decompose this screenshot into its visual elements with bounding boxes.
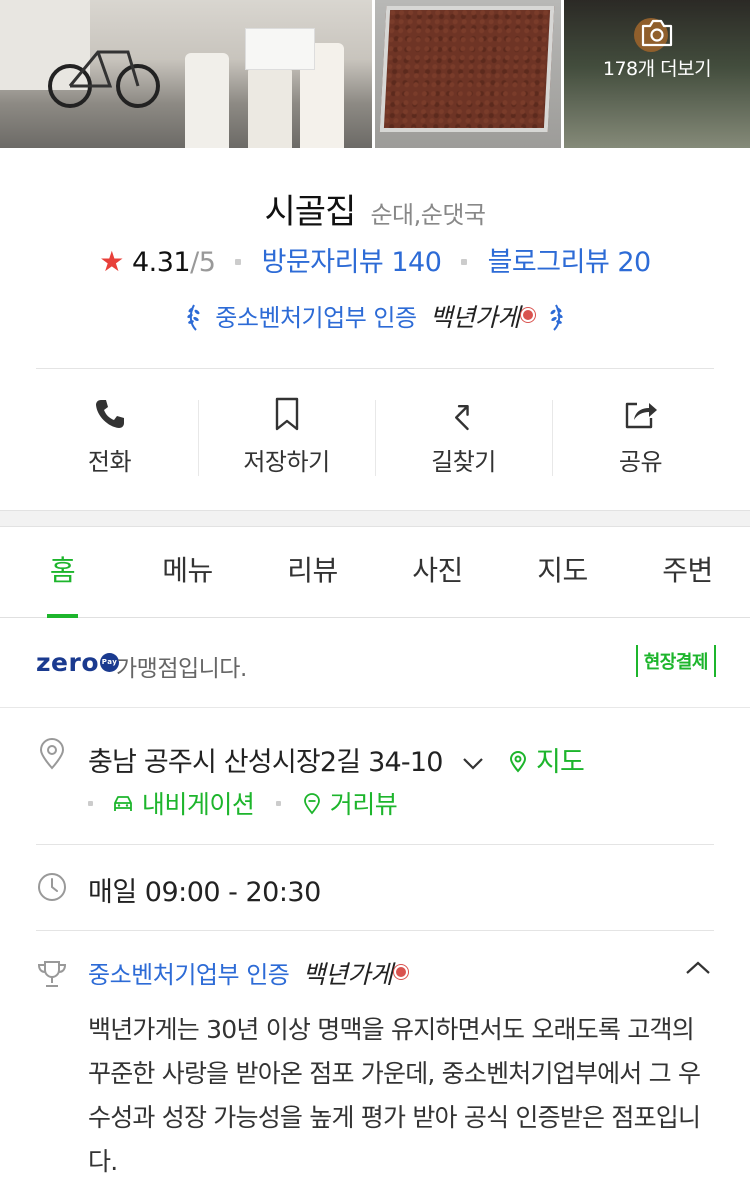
separator-dot — [461, 258, 468, 265]
rating-line: ★ 4.31/5 방문자리뷰 140 블로그리뷰 20 — [0, 240, 750, 279]
trophy-icon — [37, 961, 67, 987]
place-name: 시골집 — [264, 192, 357, 232]
directions-label: 길찾기 — [431, 448, 496, 476]
certification-description: 백년가게는 30년 이상 명맥을 유지하면서도 오래도록 고객의 꾸준한 사랑을… — [88, 1015, 701, 1176]
star-icon: ★ — [99, 245, 124, 278]
separator-dot — [88, 801, 93, 806]
map-link-label: 지도 — [535, 747, 585, 778]
car-icon — [114, 796, 133, 811]
more-photos-button[interactable]: 178개 더보기 — [564, 18, 750, 81]
place-category: 순대,순댓국 — [370, 201, 486, 229]
save-label: 저장하기 — [243, 448, 330, 476]
laurel-right-icon — [550, 304, 563, 331]
onsite-payment-badge: 현장결제 — [635, 645, 717, 677]
blog-reviews-link[interactable]: 블로그리뷰 20 — [488, 247, 652, 278]
directions-button[interactable]: 길찾기 — [375, 384, 552, 488]
badge-logo-icon — [520, 308, 535, 322]
chevron-down-icon[interactable] — [462, 757, 484, 771]
streetview-link[interactable]: 거리뷰 — [302, 790, 398, 819]
navigation-link[interactable]: 내비게이션 — [112, 790, 261, 819]
photo-soup[interactable]: 178개 더보기 — [564, 0, 750, 148]
streetview-label: 거리뷰 — [329, 790, 398, 819]
directions-icon — [454, 405, 469, 431]
navigation-label: 내비게이션 — [141, 790, 255, 819]
tab-photos[interactable]: 사진 — [375, 528, 500, 617]
tab-bar: 홈 메뉴 리뷰 사진 지도 주변 — [0, 528, 750, 618]
visitor-reviews-link[interactable]: 방문자리뷰 140 — [262, 247, 442, 278]
tab-map[interactable]: 지도 — [500, 528, 625, 617]
certification-detail-title[interactable]: 중소벤처기업부 인증 백년가게 — [88, 955, 408, 991]
tray-image — [379, 6, 555, 132]
cert-detail-script: 백년가게 — [302, 960, 394, 989]
streetview-pin-icon — [304, 793, 321, 815]
call-label: 전화 — [87, 448, 132, 476]
title-line: 시골집 순대,순댓국 — [0, 184, 750, 233]
photo-food-tray[interactable] — [375, 0, 561, 148]
divider — [36, 368, 714, 369]
zeropay-row: zero Pay 가맹점입니다. 현장결제 — [0, 618, 750, 708]
bookmark-icon — [275, 397, 298, 431]
share-button[interactable]: 공유 — [552, 384, 729, 488]
zeropay-text: 가맹점입니다. — [116, 656, 247, 682]
separator-dot — [235, 258, 242, 265]
address-text: 충남 공주시 산성시장2길 34-10 — [88, 747, 443, 778]
separator-dot — [275, 801, 281, 806]
business-hours: 매일 09:00 - 20:30 — [88, 877, 321, 908]
certification-script: 백년가게 — [429, 303, 521, 332]
certification-line[interactable]: 중소벤처기업부 인증 백년가게 — [0, 298, 750, 336]
laurel-left-icon — [187, 304, 200, 331]
divider — [36, 844, 714, 845]
action-bar: 전화 저장하기 길찾기 공유 — [21, 384, 729, 488]
chevron-up-icon[interactable] — [684, 958, 712, 978]
section-gap — [0, 510, 750, 527]
clock-icon — [38, 873, 66, 901]
tab-nearby[interactable]: 주변 — [625, 528, 750, 617]
tab-menu[interactable]: 메뉴 — [125, 528, 250, 617]
map-link[interactable]: 지도 — [508, 747, 585, 778]
cert-detail-label: 중소벤처기업부 인증 — [88, 961, 290, 989]
rating-score: 4.31 — [131, 247, 191, 278]
address-sub-links: 내비게이션 거리뷰 — [88, 785, 398, 821]
save-button[interactable]: 저장하기 — [198, 384, 375, 488]
bicycle-image — [48, 50, 160, 108]
divider — [36, 930, 714, 931]
address-line: 충남 공주시 산성시장2길 34-10 지도 — [88, 740, 585, 779]
sack-image — [185, 53, 229, 148]
call-button[interactable]: 전화 — [21, 384, 198, 488]
box-image — [245, 28, 315, 70]
rating-max: /5 — [190, 247, 216, 278]
share-icon — [625, 402, 657, 429]
photo-storefront[interactable] — [0, 0, 372, 148]
camera-icon — [641, 19, 673, 47]
share-label: 공유 — [618, 448, 663, 476]
tab-home[interactable]: 홈 — [0, 528, 125, 618]
photo-strip: 178개 더보기 — [0, 0, 750, 148]
more-photos-label: 178개 더보기 — [602, 58, 712, 80]
phone-icon — [95, 400, 124, 428]
zeropay-logo: zero Pay — [36, 648, 120, 677]
certification-label: 중소벤처기업부 인증 — [215, 304, 417, 332]
sack-image — [248, 66, 292, 148]
tab-reviews[interactable]: 리뷰 — [250, 528, 375, 617]
map-pin-icon — [510, 750, 527, 773]
location-pin-icon — [39, 738, 65, 770]
badge-logo-icon — [393, 965, 408, 979]
